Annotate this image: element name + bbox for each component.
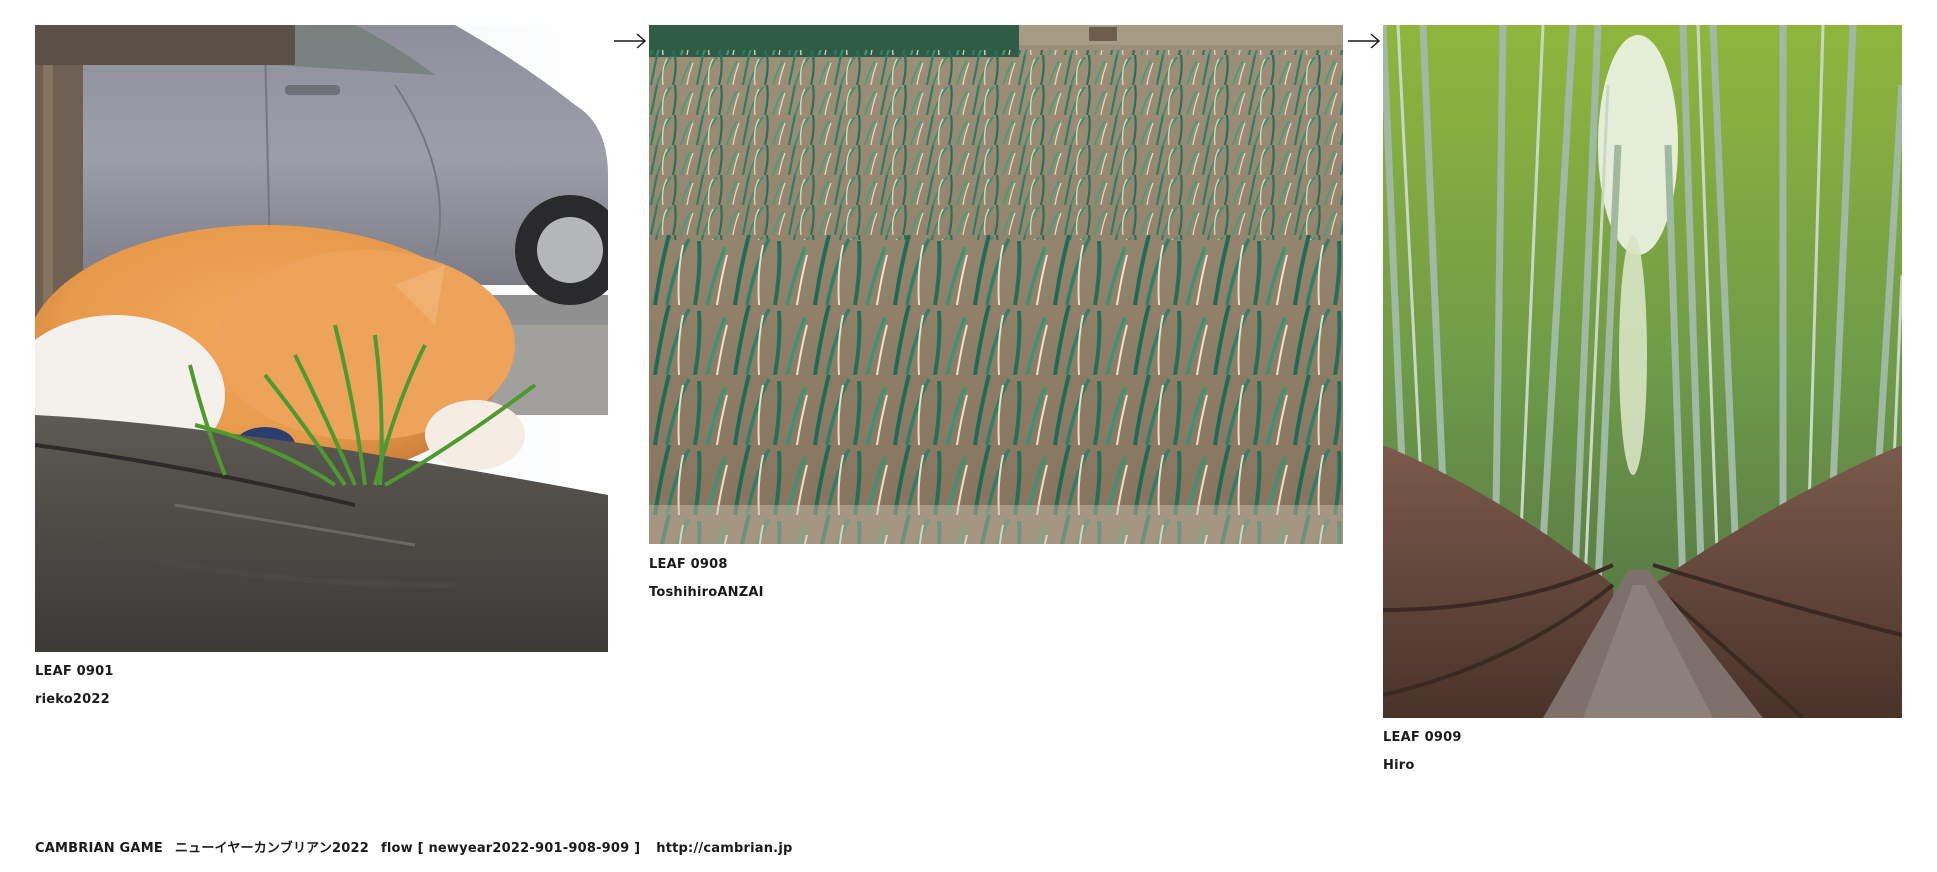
right-arrow-icon (1348, 33, 1381, 49)
cat-photo-image (35, 25, 608, 652)
leaf-0909-author: Hiro (1383, 758, 1415, 773)
onion-field-image (649, 25, 1343, 544)
footer: CAMBRIAN GAME ニューイヤーカンブリアン2022 flow [ newy… (35, 837, 792, 856)
footer-brand: CAMBRIAN GAME (35, 841, 163, 856)
footer-game-name: ニューイヤーカンブリアン2022 (174, 841, 370, 856)
footer-url-link[interactable]: http://cambrian.jp (656, 841, 792, 856)
leaf-0901-code: LEAF 0901 (35, 664, 114, 679)
leaf-0909-photo[interactable] (1383, 25, 1902, 718)
footer-flow: flow [ newyear2022-901-908-909 ] (381, 841, 641, 856)
leaf-0908-author: ToshihiroANZAI (649, 585, 764, 600)
leaf-0901-photo[interactable] (35, 25, 608, 652)
right-arrow-icon (614, 33, 647, 49)
leaf-0909-code: LEAF 0909 (1383, 730, 1462, 745)
leaf-0901-author: rieko2022 (35, 692, 110, 707)
bamboo-forest-image (1383, 25, 1902, 718)
leaf-0908-code: LEAF 0908 (649, 557, 728, 572)
leaf-0908-photo[interactable] (649, 25, 1343, 544)
